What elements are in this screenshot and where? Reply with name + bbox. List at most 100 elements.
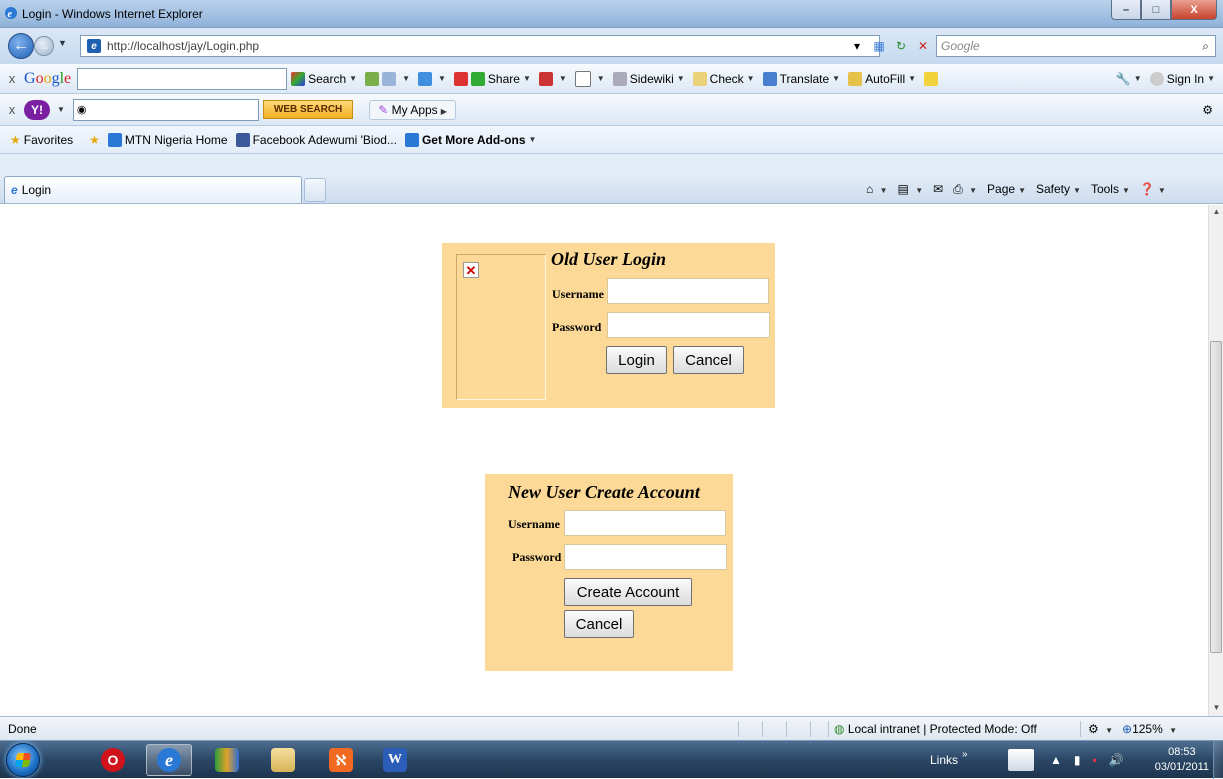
refresh-icon[interactable]: ↻ xyxy=(892,39,910,53)
scroll-down-icon[interactable]: ▼ xyxy=(1209,703,1223,712)
mail-icon-button[interactable]: ▼ xyxy=(365,71,410,86)
taskbar-app-opera[interactable]: O xyxy=(90,744,136,776)
volume-icon[interactable]: 🔊 xyxy=(1109,753,1124,767)
wrench-button[interactable]: 🔧 ▼ xyxy=(1116,72,1142,86)
pen-input-icon[interactable] xyxy=(1008,741,1034,779)
login-button[interactable]: Login xyxy=(606,346,667,374)
web-search-button[interactable]: WEB SEARCH xyxy=(262,100,354,119)
add-favorites-button[interactable]: ★ xyxy=(89,133,100,147)
favorite-link-mtn[interactable]: MTN Nigeria Home xyxy=(107,132,228,147)
media-icon xyxy=(215,748,239,772)
history-dropdown[interactable]: ▼ xyxy=(58,38,67,48)
sidewiki-icon xyxy=(612,71,627,86)
back-arrow-icon: ← xyxy=(13,37,29,54)
print-icon[interactable]: ⎙ ▼ xyxy=(953,182,977,197)
google-search-icon xyxy=(291,71,306,86)
zoom-control[interactable]: ⊕125% ▼ xyxy=(1122,722,1177,736)
opera-icon: O xyxy=(101,748,125,772)
taskbar-app-xampp[interactable]: ℵ xyxy=(318,744,364,776)
create-password-input[interactable] xyxy=(564,544,727,570)
yahoo-toolbar-close[interactable]: x xyxy=(0,102,24,117)
minimize-button[interactable]: – xyxy=(1111,0,1141,20)
new-tab-button[interactable] xyxy=(304,178,326,202)
login-username-input[interactable] xyxy=(607,278,769,304)
help-icon[interactable]: ❓ ▼ xyxy=(1140,182,1166,196)
search-icon[interactable]: ⌕ xyxy=(1202,39,1209,54)
window-title: Login - Windows Internet Explorer xyxy=(22,7,203,21)
create-account-button[interactable]: Create Account xyxy=(564,578,692,606)
favorites-button[interactable]: ★ Favorites xyxy=(10,133,73,147)
feeds-icon[interactable]: ▤ ▼ xyxy=(898,182,924,196)
google-toolbar: x Google Search ▼ ▼ ▼ Share ▼ ▼ ▼ Sidewiki… xyxy=(0,64,1223,94)
google-search-input[interactable] xyxy=(77,67,288,90)
my-apps-button[interactable]: ✎ My Apps ▶ xyxy=(369,99,456,120)
create-password-label: Password xyxy=(512,550,562,564)
window-button[interactable]: ▼ xyxy=(574,70,605,87)
stop-icon[interactable]: ✕ xyxy=(914,39,932,53)
page-icon: e xyxy=(87,39,101,53)
create-username-label: Username xyxy=(508,517,560,531)
yahoo-settings-icon[interactable]: ⚙ xyxy=(1202,103,1213,117)
battery-icon[interactable]: ▮ xyxy=(1074,753,1081,767)
check-button[interactable]: Check ▼ xyxy=(692,71,755,86)
taskbar-app-ie[interactable]: e xyxy=(146,744,192,776)
tools-menu[interactable]: Tools ▼ xyxy=(1091,182,1130,196)
share-button[interactable]: Share ▼ xyxy=(453,71,531,86)
autofill-button[interactable]: AutoFill ▼ xyxy=(848,71,916,86)
favorite-link-facebook[interactable]: Facebook Adewumi 'Biod... xyxy=(235,132,397,147)
network-icon[interactable]: ▪ xyxy=(1093,753,1097,767)
home-icon[interactable]: ⌂ ▼ xyxy=(866,182,888,196)
sign-in-button[interactable]: Sign In ▼ xyxy=(1149,71,1215,86)
page-menu[interactable]: Page ▼ xyxy=(987,182,1026,196)
system-clock[interactable]: 08:53 03/01/2011 xyxy=(1155,745,1209,775)
login-username-label: Username xyxy=(552,287,604,301)
forward-arrow-icon: → xyxy=(38,39,50,53)
tab-label: Login xyxy=(21,183,52,197)
yahoo-search-input[interactable]: ◉ xyxy=(72,98,259,121)
svg-text:e: e xyxy=(8,9,13,20)
back-button[interactable]: ← xyxy=(8,33,34,59)
forward-button[interactable]: → xyxy=(34,36,54,56)
highlight-button[interactable] xyxy=(924,71,941,86)
scroll-thumb[interactable] xyxy=(1210,341,1222,653)
security-zone[interactable]: ◍ Local intranet | Protected Mode: Off xyxy=(834,722,1037,736)
start-button[interactable] xyxy=(6,743,40,777)
close-button[interactable]: X xyxy=(1171,0,1217,20)
search-input[interactable]: Google ⌕ xyxy=(936,35,1216,57)
gmail-icon xyxy=(453,71,468,86)
address-dropdown-icon[interactable]: ▾ xyxy=(848,39,866,53)
taskbar-app-word[interactable]: W xyxy=(372,744,418,776)
create-username-input[interactable] xyxy=(564,510,726,536)
ie-logo-icon: e xyxy=(4,6,18,20)
taskbar-app-media[interactable] xyxy=(204,744,250,776)
taskbar-app-explorer[interactable] xyxy=(260,744,306,776)
create-cancel-button[interactable]: Cancel xyxy=(564,610,634,638)
show-desktop-button[interactable] xyxy=(1213,741,1223,779)
yahoo-dropdown[interactable]: ▼ xyxy=(57,105,65,114)
window-icon xyxy=(574,70,591,87)
tab-login[interactable]: e Login xyxy=(4,176,302,203)
zone-settings-icon[interactable]: ⚙ ▼ xyxy=(1088,722,1113,736)
mail-icon xyxy=(365,71,380,86)
login-cancel-button[interactable]: Cancel xyxy=(673,346,744,374)
system-tray: ▲ ▮ ▪ 🔊 xyxy=(1050,741,1124,779)
sidewiki-button[interactable]: Sidewiki ▼ xyxy=(612,71,685,86)
tray-expand-icon[interactable]: ▲ xyxy=(1050,753,1062,767)
compatibility-icon[interactable]: ▦ xyxy=(870,39,888,53)
plus-button[interactable]: ▼ xyxy=(418,71,446,86)
safety-menu[interactable]: Safety ▼ xyxy=(1036,182,1081,196)
google-toolbar-close[interactable]: x xyxy=(0,71,24,86)
address-field[interactable]: e http://localhost/jay/Login.php xyxy=(80,35,880,57)
google-search-button[interactable]: Search ▼ xyxy=(291,71,357,86)
wrench-icon: 🔧 xyxy=(1115,71,1131,86)
favorite-link-addons[interactable]: Get More Add-ons ▼ xyxy=(404,132,536,147)
translate-button[interactable]: Translate ▼ xyxy=(762,71,840,86)
yahoo-logo[interactable]: Y! xyxy=(24,99,50,120)
read-mail-icon[interactable]: ✉ xyxy=(933,182,943,196)
maximize-button[interactable]: □ xyxy=(1141,0,1171,20)
vertical-scrollbar[interactable]: ▲ ▼ xyxy=(1208,205,1223,716)
popup-blocker-button[interactable]: ▼ xyxy=(538,71,567,86)
taskbar-links[interactable]: Links» xyxy=(930,741,968,779)
scroll-up-icon[interactable]: ▲ xyxy=(1209,207,1223,216)
login-password-input[interactable] xyxy=(607,312,770,338)
